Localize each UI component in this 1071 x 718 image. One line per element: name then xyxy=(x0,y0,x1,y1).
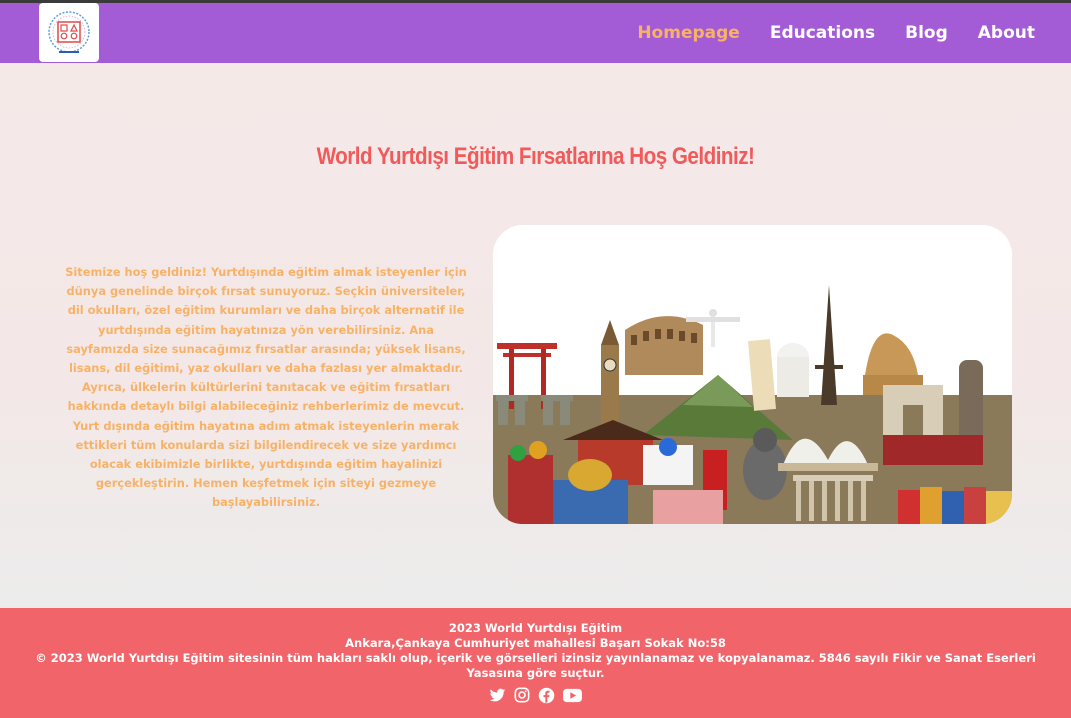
nav-homepage[interactable]: Homepage xyxy=(637,23,740,43)
footer-copyright: © 2023 World Yurtdışı Eğitim sitesinin t… xyxy=(35,651,1036,680)
nav-about[interactable]: About xyxy=(978,23,1035,43)
main-nav: Homepage Educations Blog About xyxy=(637,3,1035,63)
site-logo[interactable] xyxy=(39,3,99,62)
youtube-icon[interactable] xyxy=(563,687,582,704)
welcome-description: Sitemize hoş geldiniz! Yurtdışında eğiti… xyxy=(65,265,467,510)
nav-educations[interactable]: Educations xyxy=(770,23,875,43)
facebook-icon[interactable] xyxy=(538,687,555,704)
school-logo-icon xyxy=(48,10,90,53)
navbar: Homepage Educations Blog About xyxy=(0,3,1071,63)
site-footer: 2023 World Yurtdışı Eğitim Ankara,Çankay… xyxy=(0,608,1071,718)
footer-title: 2023 World Yurtdışı Eğitim xyxy=(448,621,623,635)
social-links xyxy=(0,687,1071,704)
nav-blog[interactable]: Blog xyxy=(905,23,948,43)
instagram-icon[interactable] xyxy=(514,687,530,704)
page-title: World Yurtdışı Eğitim Fırsatlarına Hoş G… xyxy=(316,143,755,170)
world-landmarks-collage xyxy=(493,225,1012,524)
world-landmarks-collage-image xyxy=(493,225,1012,524)
twitter-icon[interactable] xyxy=(489,687,506,704)
footer-address: Ankara,Çankaya Cumhuriyet mahallesi Başa… xyxy=(345,636,726,650)
main-content: World Yurtdışı Eğitim Fırsatlarına Hoş G… xyxy=(0,63,1071,608)
